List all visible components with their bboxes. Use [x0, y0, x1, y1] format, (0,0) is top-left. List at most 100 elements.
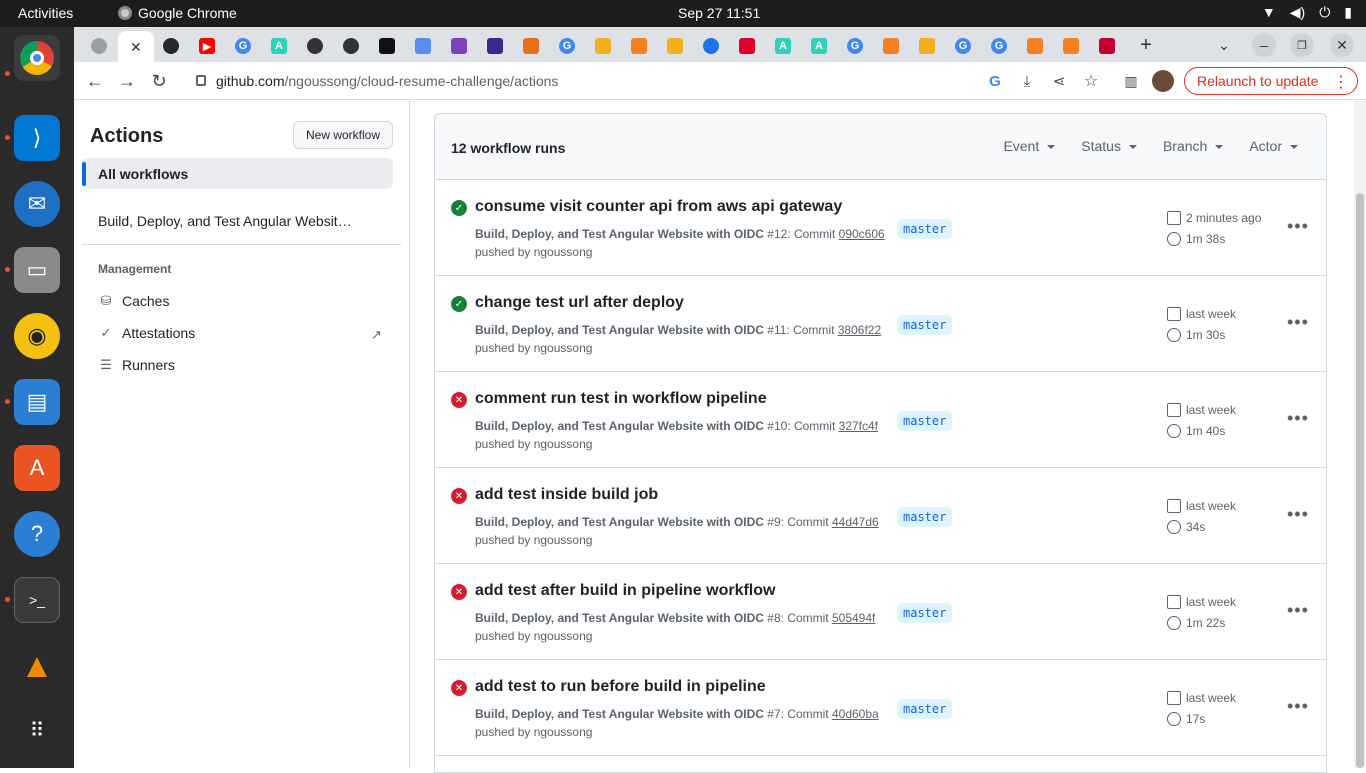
kebab-menu-icon[interactable]: •••	[1287, 312, 1309, 333]
clock[interactable]: Sep 27 11:51	[678, 5, 760, 21]
tab[interactable]	[442, 32, 476, 60]
show-apps-button[interactable]: ⠿	[14, 707, 60, 753]
system-tray[interactable]: ▼ ◀) ⏻ ▮	[1262, 4, 1352, 21]
commit-sha-link[interactable]: 40d60ba	[832, 707, 879, 721]
writer-launcher[interactable]: ▤	[14, 379, 60, 425]
tab[interactable]: G	[946, 32, 980, 60]
tab-search-icon[interactable]: ⌄	[1212, 33, 1236, 57]
tab[interactable]	[658, 32, 692, 60]
workflow-run-row[interactable]: ✓ consume visit counter api from aws api …	[435, 180, 1326, 276]
commit-sha-link[interactable]: 3806f22	[838, 323, 881, 337]
branch-label[interactable]: master	[897, 219, 953, 239]
kebab-menu-icon[interactable]: •••	[1287, 696, 1309, 717]
tab[interactable]	[82, 32, 116, 60]
tab[interactable]: G	[226, 32, 260, 60]
kebab-menu-icon[interactable]: •••	[1287, 408, 1309, 429]
branch-label[interactable]: master	[897, 507, 953, 527]
tab[interactable]	[370, 32, 404, 60]
page-scrollbar[interactable]	[1354, 101, 1366, 768]
sidebar-item-all-workflows[interactable]: All workflows	[82, 158, 393, 189]
tab[interactable]: A	[766, 32, 800, 60]
workflow-run-row[interactable]: ✓ change test url after deploy Build, Depl…	[435, 276, 1326, 372]
back-button[interactable]: ←	[84, 70, 106, 92]
run-title-link[interactable]: add test inside build job	[475, 486, 658, 504]
branch-label[interactable]: master	[897, 411, 953, 431]
workflow-run-row[interactable]: ✕ add test after build in pipeline workfl…	[435, 564, 1326, 660]
tab[interactable]	[586, 32, 620, 60]
branch-label[interactable]: master	[897, 603, 953, 623]
commit-sha-link[interactable]: 090c606	[839, 227, 885, 241]
tab[interactable]	[910, 32, 944, 60]
forward-button[interactable]: →	[116, 70, 138, 92]
reload-button[interactable]: ↻	[148, 70, 170, 92]
run-title-link[interactable]: consume visit counter api from aws api g…	[475, 198, 842, 216]
kebab-menu-icon[interactable]: •••	[1287, 600, 1309, 621]
minimize-button[interactable]: –	[1252, 33, 1276, 57]
tab[interactable]: G	[838, 32, 872, 60]
sidebar-item-workflow[interactable]: Build, Deploy, and Test Angular Websit…	[98, 213, 388, 229]
chrome-launcher[interactable]	[14, 35, 60, 81]
tab[interactable]	[478, 32, 512, 60]
terminal-launcher[interactable]: >_	[14, 577, 60, 623]
close-tab-icon[interactable]: ✕	[130, 39, 142, 56]
app-center-launcher[interactable]: A	[14, 445, 60, 491]
scrollbar-thumb[interactable]	[1356, 193, 1364, 768]
tab[interactable]	[874, 32, 908, 60]
app-menu[interactable]: Google Chrome	[118, 5, 237, 21]
sidebar-item-caches[interactable]: ⛁ Caches	[98, 293, 170, 309]
filter-actor[interactable]: Actor	[1249, 138, 1298, 154]
commit-sha-link[interactable]: 505494f	[832, 611, 875, 625]
help-launcher[interactable]: ?	[14, 511, 60, 557]
tab[interactable]: A	[802, 32, 836, 60]
tab[interactable]	[1090, 32, 1124, 60]
branch-label[interactable]: master	[897, 699, 953, 719]
filter-event[interactable]: Event	[1003, 138, 1055, 154]
workflow-run-row[interactable]: ✕ add test inside build job Build, Deploy,…	[435, 468, 1326, 564]
kebab-menu-icon[interactable]: •••	[1287, 216, 1309, 237]
side-panel-icon[interactable]: ▥	[1120, 70, 1142, 92]
share-icon[interactable]: ⋖	[1048, 70, 1070, 92]
new-workflow-button[interactable]: New workflow	[293, 121, 393, 149]
sidebar-item-runners[interactable]: ☰ Runners	[98, 357, 175, 373]
tab[interactable]	[730, 32, 764, 60]
tab[interactable]	[694, 32, 728, 60]
tab[interactable]	[1054, 32, 1088, 60]
tab-active[interactable]: ✕	[118, 31, 154, 62]
tab[interactable]	[298, 32, 332, 60]
tab[interactable]	[514, 32, 548, 60]
tab[interactable]	[1018, 32, 1052, 60]
sidebar-item-attestations[interactable]: ✓ Attestations	[98, 325, 196, 341]
run-title-link[interactable]: change test url after deploy	[475, 294, 684, 312]
vscode-launcher[interactable]: ⟩	[14, 115, 60, 161]
commit-sha-link[interactable]: 44d47d6	[832, 515, 879, 529]
tab[interactable]	[622, 32, 656, 60]
run-title-link[interactable]: add test after build in pipeline workflo…	[475, 582, 775, 600]
profile-avatar[interactable]	[1152, 70, 1174, 92]
filter-status[interactable]: Status	[1081, 138, 1137, 154]
thunderbird-launcher[interactable]: ✉	[14, 181, 60, 227]
run-title-link[interactable]: add test to run before build in pipeline	[475, 678, 766, 696]
close-window-button[interactable]: ✕	[1330, 33, 1354, 57]
files-launcher[interactable]: ▭	[14, 247, 60, 293]
tab[interactable]	[334, 32, 368, 60]
google-lens-icon[interactable]: G	[984, 70, 1006, 92]
tab[interactable]	[406, 32, 440, 60]
kebab-menu-icon[interactable]: •••	[1287, 504, 1309, 525]
address-bar[interactable]: github.com/ngoussong/cloud-resume-challe…	[186, 66, 1086, 96]
vlc-launcher[interactable]: ▲	[14, 643, 60, 689]
workflow-run-row[interactable]: ✕ add test to run before build in pipelin…	[435, 660, 1326, 756]
new-tab-button[interactable]: +	[1134, 33, 1158, 57]
run-title-link[interactable]: comment run test in workflow pipeline	[475, 390, 767, 408]
branch-label[interactable]: master	[897, 315, 953, 335]
commit-sha-link[interactable]: 327fc4f	[839, 419, 878, 433]
filter-branch[interactable]: Branch	[1163, 138, 1223, 154]
tab[interactable]: A	[262, 32, 296, 60]
activities-button[interactable]: Activities	[18, 5, 73, 21]
maximize-button[interactable]: ❐	[1290, 33, 1314, 57]
workflow-run-row[interactable]: ✕ comment run test in workflow pipeline Bu…	[435, 372, 1326, 468]
install-icon[interactable]: ⤓	[1016, 70, 1038, 92]
tab[interactable]: G	[982, 32, 1016, 60]
bookmark-star-icon[interactable]: ☆	[1080, 70, 1102, 92]
tab[interactable]: ▶	[190, 32, 224, 60]
relaunch-button[interactable]: Relaunch to update ⋮	[1184, 67, 1358, 95]
